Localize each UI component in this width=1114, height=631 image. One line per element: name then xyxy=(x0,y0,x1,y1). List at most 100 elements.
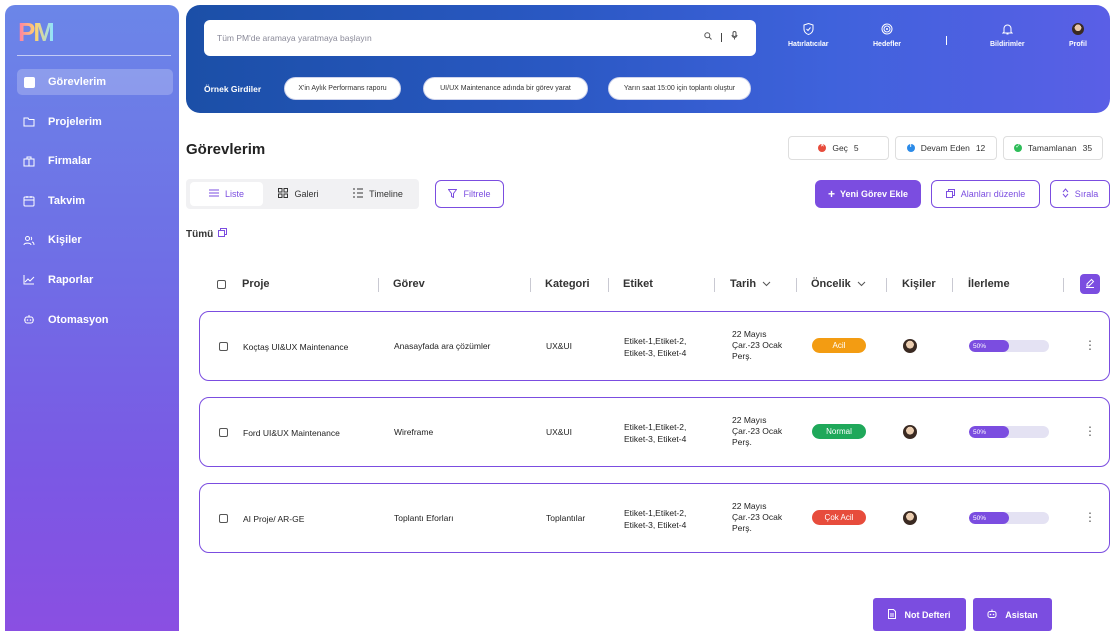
search-icon[interactable] xyxy=(704,31,712,43)
task-cell: Anasayfada ara çözümler xyxy=(394,341,491,351)
tags-line: Etiket-3, Etiket-4 xyxy=(624,434,687,444)
avatar[interactable] xyxy=(903,339,917,353)
row-checkbox[interactable] xyxy=(219,428,228,437)
progress-bar: 50% xyxy=(969,512,1049,524)
counter-label: Devam Eden xyxy=(920,143,970,153)
table-row[interactable]: Ford UI&UX Maintenance Wireframe UX&UI E… xyxy=(199,397,1110,467)
counter-late[interactable]: Geç 5 xyxy=(788,136,889,160)
sidebar-item-firmalar[interactable]: Firmalar xyxy=(17,148,173,174)
chart-icon xyxy=(23,274,35,286)
column-label: Proje xyxy=(242,278,270,290)
sidebar-item-gorevlerim[interactable]: Görevlerim xyxy=(17,69,173,95)
notes-button[interactable]: Not Defteri xyxy=(873,598,966,631)
counter-completed[interactable]: Tamamlanan 35 xyxy=(1003,136,1103,160)
column-header[interactable]: Görev xyxy=(393,278,425,290)
example-chip[interactable]: X'in Aylık Performans raporu xyxy=(284,77,401,100)
priority-badge[interactable]: Normal xyxy=(812,424,866,439)
table-row[interactable]: Koçtaş UI&UX Maintenance Anasayfada ara … xyxy=(199,311,1110,381)
row-checkbox[interactable] xyxy=(219,514,228,523)
edit-columns-button[interactable] xyxy=(1080,274,1100,294)
tags-line: Etiket-3, Etiket-4 xyxy=(624,348,687,358)
column-header[interactable]: Kişiler xyxy=(902,278,936,290)
more-options-icon[interactable]: ⋮ xyxy=(1084,425,1096,437)
sidebar-item-label: Projelerim xyxy=(48,115,102,128)
notifications-button[interactable]: Bildirimler xyxy=(990,23,1025,48)
select-all-checkbox[interactable] xyxy=(217,280,226,289)
column-label: Kişiler xyxy=(902,278,936,290)
more-options-icon[interactable]: ⋮ xyxy=(1084,339,1096,351)
assistant-icon xyxy=(987,609,997,621)
app-logo[interactable]: PM xyxy=(18,17,55,48)
sidebar-item-label: Kişiler xyxy=(48,234,82,247)
sidebar-item-projelerim[interactable]: Projelerim xyxy=(17,109,173,135)
divider xyxy=(608,278,609,292)
sidebar-item-raporlar[interactable]: Raporlar xyxy=(17,267,173,293)
tags-line: Etiket-1,Etiket-2, xyxy=(624,336,687,346)
edit-fields-button[interactable]: Alanları düzenle xyxy=(931,180,1040,208)
chevron-down-icon xyxy=(762,278,771,290)
progress-fill: 50% xyxy=(969,340,1009,352)
sidebar-item-kisiler[interactable]: Kişiler xyxy=(17,227,173,253)
column-header[interactable]: İlerleme xyxy=(968,278,1010,290)
date-line: Çar.-23 Ocak xyxy=(732,512,783,522)
timeline-icon xyxy=(353,188,364,200)
profile-label: Profil xyxy=(1069,41,1087,48)
tab-galeri[interactable]: Galeri xyxy=(271,182,326,206)
profile-button[interactable]: Profil xyxy=(1069,23,1087,48)
sidebar-nav: Görevlerim Projelerim Firmalar Takvim Ki… xyxy=(17,69,173,346)
microphone-icon[interactable] xyxy=(731,31,738,43)
more-options-icon[interactable]: ⋮ xyxy=(1084,511,1096,523)
divider xyxy=(721,32,722,42)
tab-timeline[interactable]: Timeline xyxy=(343,182,413,206)
sort-icon xyxy=(1062,188,1069,200)
filter-button[interactable]: Filtrele xyxy=(435,180,504,208)
avatar[interactable] xyxy=(903,425,917,439)
page-title: Görevlerim xyxy=(186,141,266,158)
goals-button[interactable]: Hedefler xyxy=(873,23,901,48)
column-header[interactable]: Kategori xyxy=(545,278,590,290)
date-cell: 22 Mayıs Çar.-23 Ocak Perş. xyxy=(732,415,782,448)
search-input[interactable]: Tüm PM'de aramaya yaratmaya başlayın xyxy=(204,20,756,56)
date-line: Çar.-23 Ocak xyxy=(732,426,783,436)
add-task-button[interactable]: + Yeni Görev Ekle xyxy=(815,180,921,208)
sidebar-item-label: Görevlerim xyxy=(48,76,107,88)
all-label: Tümü xyxy=(186,228,214,240)
divider xyxy=(1063,278,1064,292)
task-cell: Toplantı Eforları xyxy=(394,513,454,523)
example-chip[interactable]: Yarın saat 15:00 için toplantı oluştur xyxy=(608,77,751,100)
all-filter[interactable]: Tümü xyxy=(186,228,228,240)
assistant-button[interactable]: Asistan xyxy=(973,598,1052,631)
tags-cell: Etiket-1,Etiket-2, Etiket-3, Etiket-4 xyxy=(624,335,686,359)
category-cell: UX&UI xyxy=(546,341,572,351)
example-chip[interactable]: UI/UX Maintenance adında bir görev yarat xyxy=(423,77,588,100)
column-label: İlerleme xyxy=(968,278,1010,290)
date-line: Perş. xyxy=(732,437,752,447)
sidebar-item-otomasyon[interactable]: Otomasyon xyxy=(17,307,173,333)
priority-badge[interactable]: Çok Acil xyxy=(812,510,866,525)
divider xyxy=(886,278,887,292)
sidebar-item-label: Raporlar xyxy=(48,273,94,286)
priority-badge[interactable]: Acil xyxy=(812,338,866,353)
counter-value: 5 xyxy=(853,143,859,153)
avatar[interactable] xyxy=(903,511,917,525)
automation-icon xyxy=(23,314,35,326)
divider xyxy=(952,278,953,292)
reminders-button[interactable]: Hatırlatıcılar xyxy=(788,22,828,48)
date-line: 22 Mayıs xyxy=(732,329,767,339)
row-checkbox[interactable] xyxy=(219,342,228,351)
divider xyxy=(714,278,715,292)
notes-label: Not Defteri xyxy=(904,609,951,620)
tab-label: Galeri xyxy=(294,189,319,199)
table-row[interactable]: AI Proje/ AR-GE Toplantı Eforları Toplan… xyxy=(199,483,1110,553)
tab-liste[interactable]: Liste xyxy=(190,182,263,206)
sort-button[interactable]: Sırala xyxy=(1050,180,1110,208)
column-header-sortable[interactable]: Tarih xyxy=(730,278,771,290)
column-header[interactable]: Proje xyxy=(242,278,270,290)
sidebar-item-takvim[interactable]: Takvim xyxy=(17,188,173,214)
column-header[interactable]: Etiket xyxy=(623,278,653,290)
note-icon xyxy=(888,608,897,621)
column-header-sortable[interactable]: Öncelik xyxy=(811,278,866,290)
examples-label: Örnek Girdiler xyxy=(204,84,262,94)
column-label: Etiket xyxy=(623,278,653,290)
counter-in-progress[interactable]: Devam Eden 12 xyxy=(895,136,997,160)
